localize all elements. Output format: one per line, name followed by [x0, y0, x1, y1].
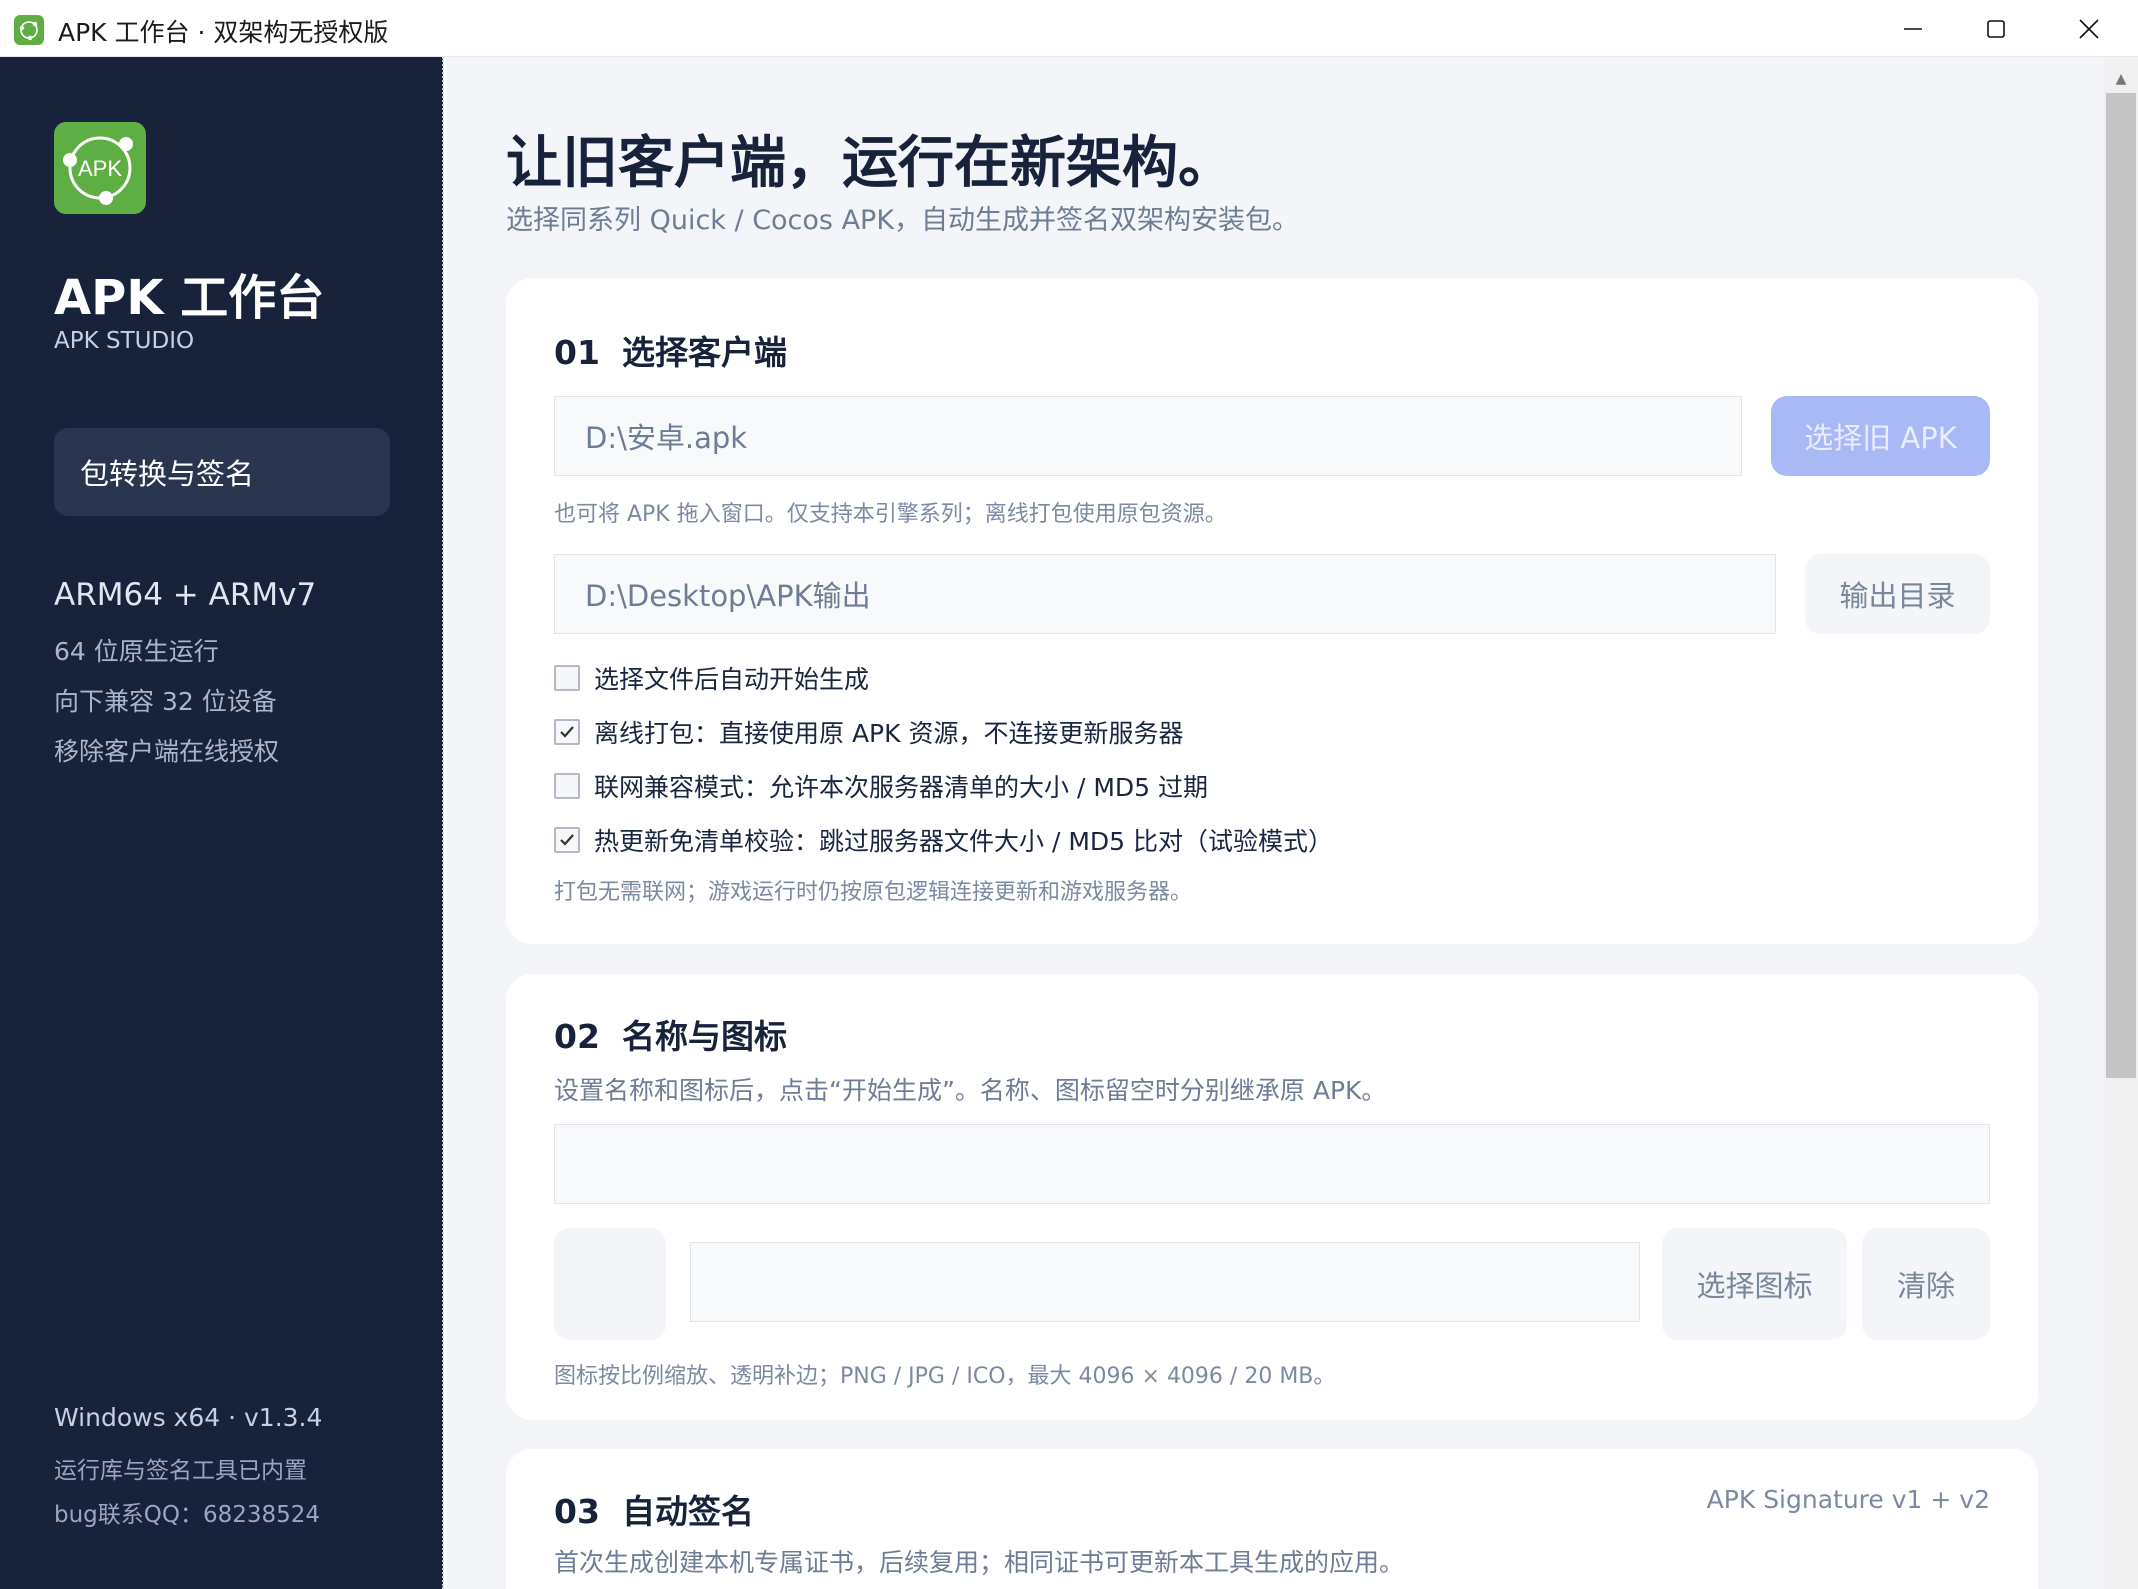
page-title: 让旧客户端，运行在新架构。: [506, 131, 1234, 196]
app-name-input[interactable]: [554, 1124, 1990, 1204]
checkbox[interactable]: [554, 665, 580, 691]
contact-label: bug联系QQ：68238524: [54, 1502, 321, 1528]
card-auto-sign: 03 自动签名 APK Signature v1 + v2 首次生成创建本机专属证…: [506, 1449, 2038, 1589]
section-description: 设置名称和图标后，点击“开始生成”。名称、图标留空时分别继承原 APK。: [554, 1076, 1387, 1105]
card-name-icon: 02 名称与图标 设置名称和图标后，点击“开始生成”。名称、图标留空时分别继承原 …: [506, 974, 2038, 1420]
clear-icon-button[interactable]: 清除: [1862, 1228, 1990, 1340]
close-icon: [2079, 18, 2099, 39]
feature-item: 向下兼容 32 位设备: [54, 687, 277, 716]
option-online-compat[interactable]: 联网兼容模式：允许本次服务器清单的大小 / MD5 过期: [554, 770, 1208, 802]
scroll-up-icon[interactable]: ▲: [2104, 62, 2138, 96]
maximize-button[interactable]: [1951, 0, 2041, 57]
check-icon: [560, 834, 574, 846]
output-path-input[interactable]: D:\Desktop\APK输出: [554, 554, 1776, 634]
checkbox[interactable]: [554, 773, 580, 799]
checkbox-checked[interactable]: [554, 719, 580, 745]
offline-hint: 打包无需联网；游戏运行时仍按原包逻辑连接更新和游戏服务器。: [554, 880, 1193, 905]
app-logo: APK: [54, 122, 146, 214]
icon-preview[interactable]: [554, 1228, 666, 1340]
version-label: Windows x64 · v1.3.4: [54, 1403, 323, 1432]
icon-path-input[interactable]: [690, 1242, 1640, 1322]
option-offline-pack[interactable]: 离线打包：直接使用原 APK 资源，不连接更新服务器: [554, 716, 1183, 748]
maximize-icon: [1987, 19, 2005, 38]
feature-item: 移除客户端在线授权: [54, 737, 280, 766]
section-title: 02 名称与图标: [554, 1017, 787, 1056]
nav-item-package-convert-sign[interactable]: 包转换与签名: [54, 428, 390, 516]
option-hotfix-skip-check[interactable]: 热更新免清单校验：跳过服务器文件大小 / MD5 比对（试验模式）: [554, 824, 1333, 856]
svg-text:APK: APK: [78, 156, 122, 181]
option-auto-start[interactable]: 选择文件后自动开始生成: [554, 662, 869, 694]
app-icon: [14, 15, 44, 45]
checkbox-checked[interactable]: [554, 827, 580, 853]
apk-hint: 也可将 APK 拖入窗口。仅支持本引擎系列；离线打包使用原包资源。: [554, 502, 1227, 527]
choose-icon-button[interactable]: 选择图标: [1662, 1228, 1847, 1340]
runtime-note: 运行库与签名工具已内置: [54, 1458, 307, 1484]
sidebar-divider: [442, 57, 444, 1589]
signature-badge: APK Signature v1 + v2: [1706, 1485, 1990, 1514]
apk-path-input[interactable]: D:\安卓.apk: [554, 396, 1742, 476]
section-title: 03 自动签名: [554, 1492, 754, 1531]
brand-title: APK 工作台: [54, 270, 325, 326]
output-dir-button[interactable]: 输出目录: [1805, 554, 1990, 634]
card-select-client: 01 选择客户端 D:\安卓.apk 选择旧 APK 也可将 APK 拖入窗口。仅…: [506, 278, 2038, 944]
scrollbar-thumb[interactable]: [2106, 93, 2136, 1078]
section-title: 01 选择客户端: [554, 333, 787, 372]
page-subtitle: 选择同系列 Quick / Cocos APK，自动生成并签名双架构安装包。: [506, 205, 1300, 236]
arch-title: ARM64 + ARMv7: [54, 577, 317, 613]
title-bar: APK 工作台 · 双架构无授权版: [0, 0, 2138, 57]
minimize-icon: [1904, 27, 1922, 30]
minimize-button[interactable]: [1868, 0, 1958, 57]
check-icon: [560, 726, 574, 738]
brand-subtitle: APK STUDIO: [54, 328, 195, 354]
select-apk-button[interactable]: 选择旧 APK: [1771, 396, 1990, 476]
feature-item: 64 位原生运行: [54, 637, 219, 666]
window-title: APK 工作台 · 双架构无授权版: [58, 18, 389, 47]
icon-hint: 图标按比例缩放、透明补边；PNG / JPG / ICO，最大 4096 × 4…: [554, 1364, 1336, 1389]
close-button[interactable]: [2044, 0, 2134, 57]
section-description: 首次生成创建本机专属证书，后续复用；相同证书可更新本工具生成的应用。: [554, 1548, 1405, 1577]
